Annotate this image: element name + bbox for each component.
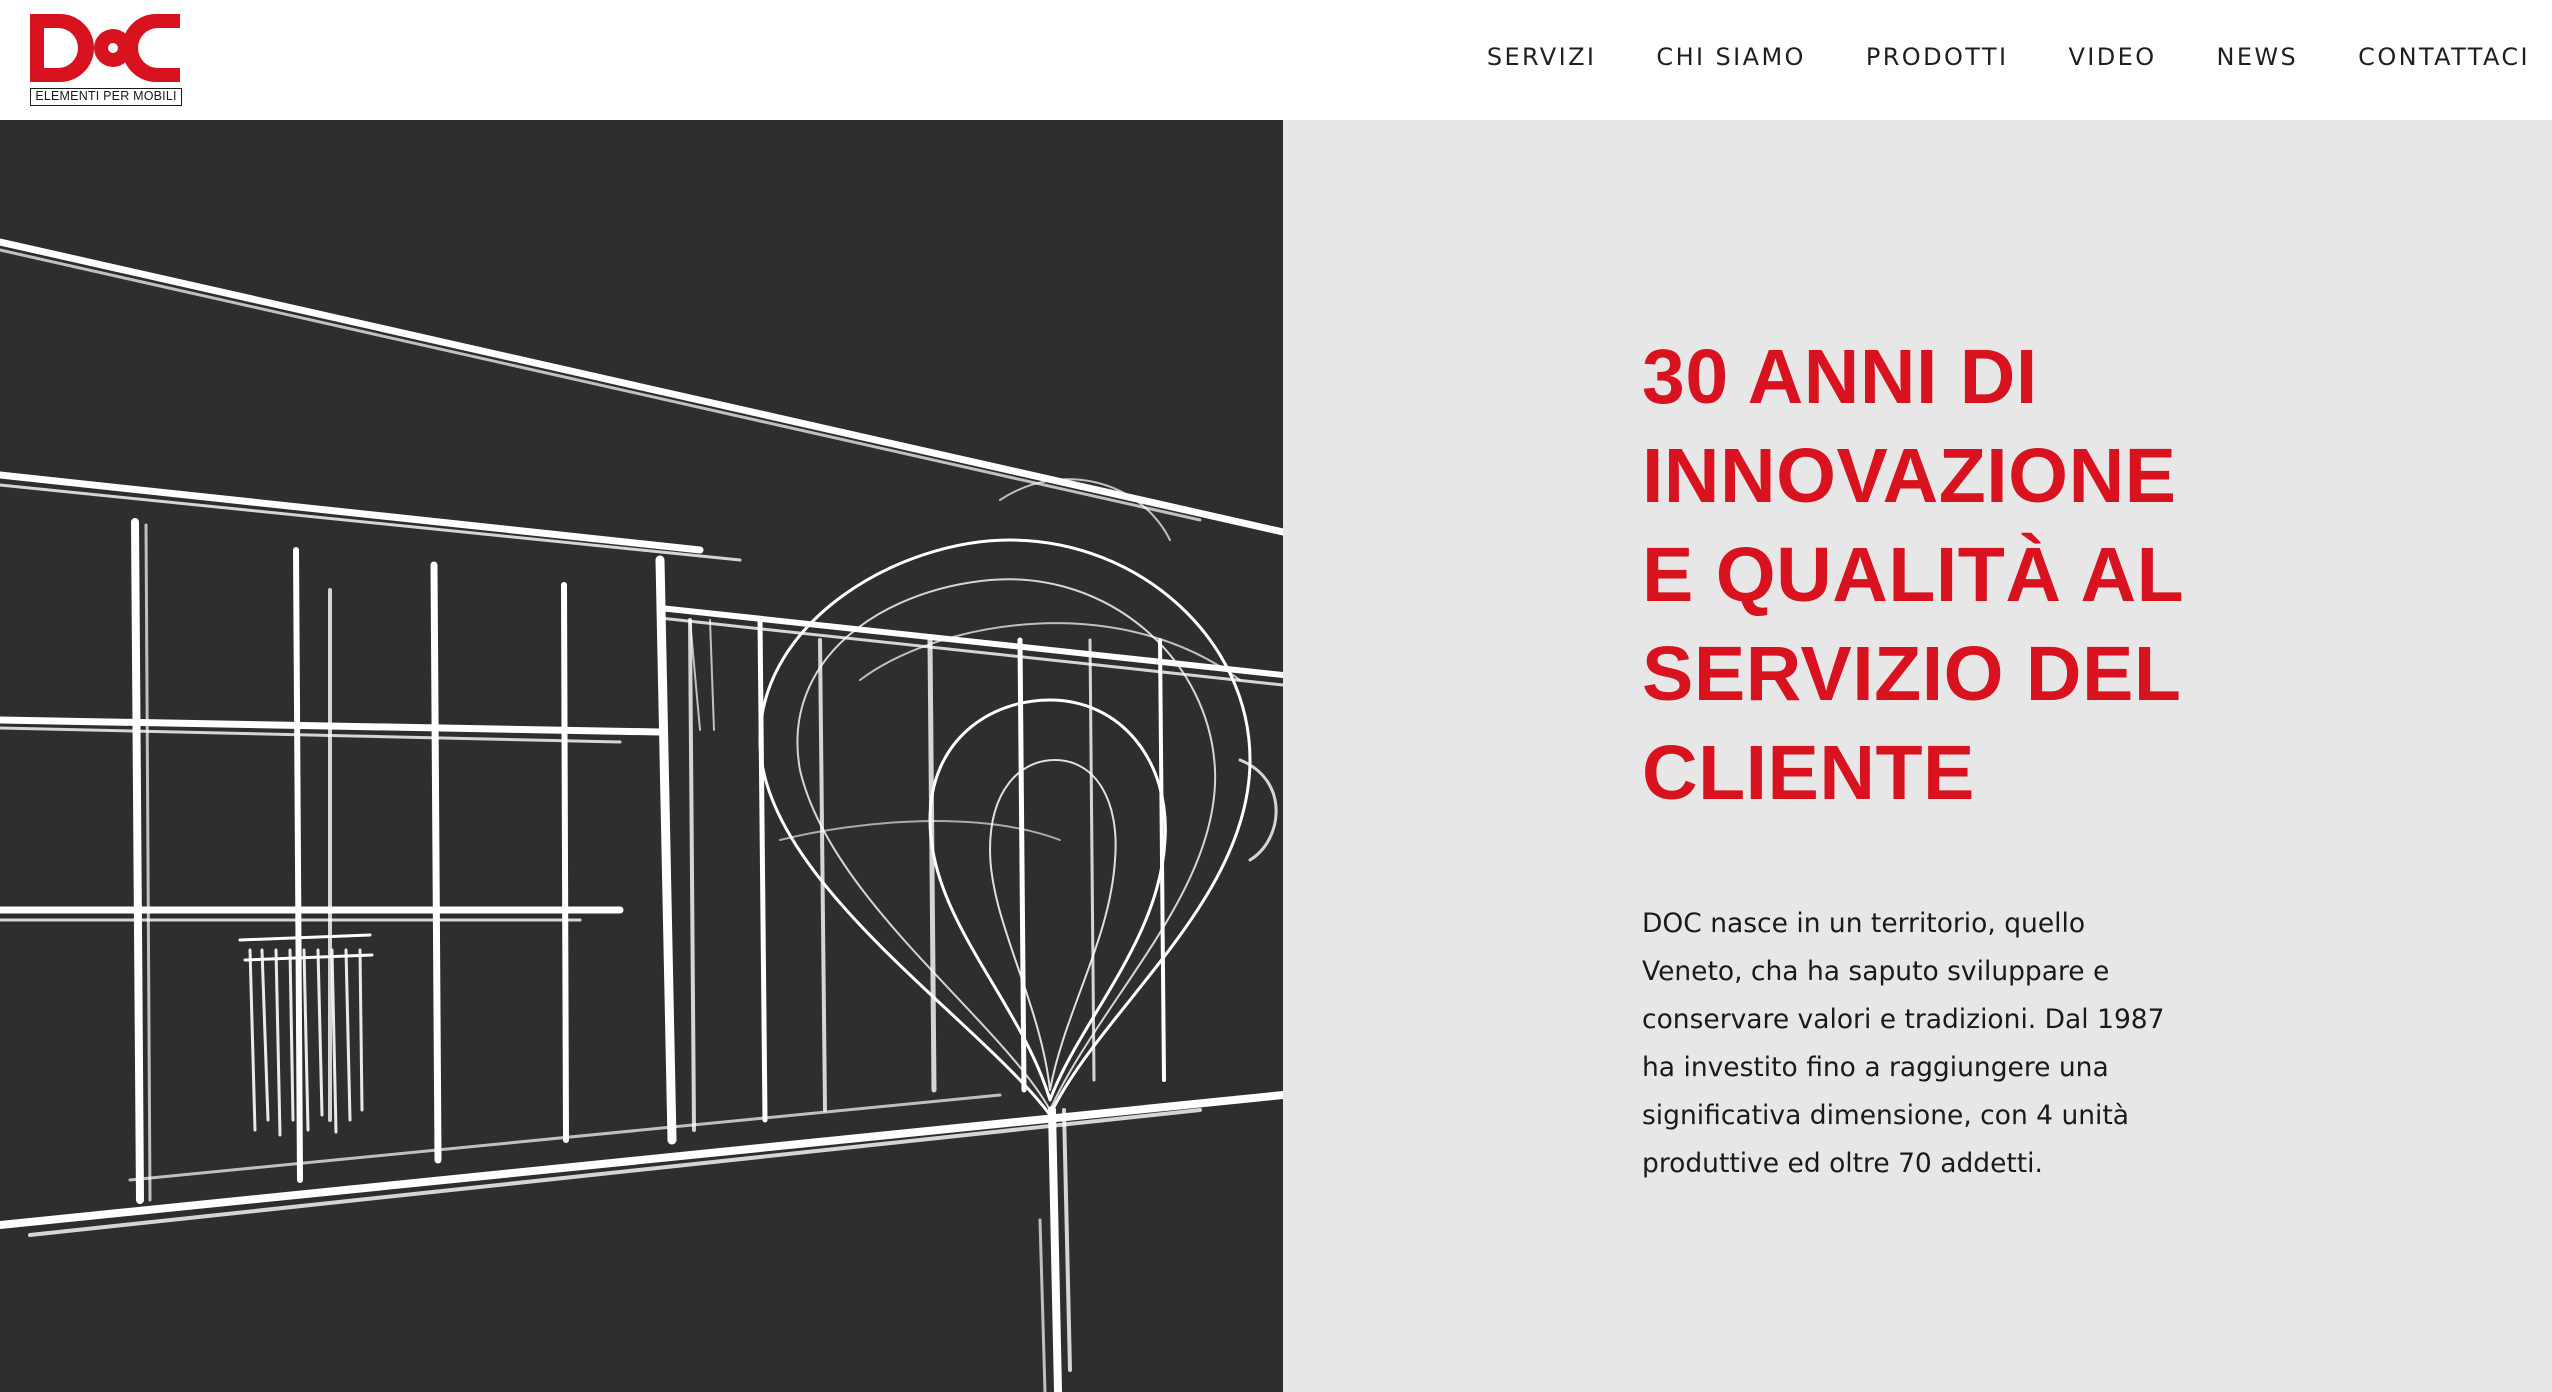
headline-line: INNOVAZIONE <box>1642 433 2177 519</box>
main-nav: SERVIZI CHI SIAMO PRODOTTI VIDEO NEWS CO… <box>1427 0 2530 114</box>
headline-line: SERVIZIO DEL <box>1642 631 2182 717</box>
nav-item-news[interactable]: NEWS <box>2216 43 2298 71</box>
nav-item-contattaci[interactable]: CONTATTACI <box>2358 43 2530 71</box>
site-header: ELEMENTI PER MOBILI SERVIZI CHI SIAMO PR… <box>0 0 2552 120</box>
nav-item-prodotti[interactable]: PRODOTTI <box>1866 43 2009 71</box>
logo-link[interactable]: ELEMENTI PER MOBILI <box>30 12 182 108</box>
headline-line: CLIENTE <box>1642 730 1975 816</box>
nav-item-chi-siamo[interactable]: CHI SIAMO <box>1656 43 1805 71</box>
body-line: produttive ed oltre 70 addetti. <box>1642 1148 2043 1179</box>
hero-headline: 30 ANNI DI INNOVAZIONE E QUALITÀ AL SERV… <box>1642 328 2202 823</box>
body-line: conservare valori e tradizioni. Dal 1987 <box>1642 1004 2165 1035</box>
hero-text-panel: 30 ANNI DI INNOVAZIONE E QUALITÀ AL SERV… <box>1283 120 2552 1392</box>
hero-sketch-image <box>0 120 1283 1392</box>
body-line: significativa dimensione, con 4 unità <box>1642 1100 2130 1131</box>
logo-tagline: ELEMENTI PER MOBILI <box>30 88 182 106</box>
nav-item-servizi[interactable]: SERVIZI <box>1487 43 1597 71</box>
body-line: ha investito fino a raggiungere una <box>1642 1052 2109 1083</box>
headline-line: 30 ANNI DI <box>1642 334 2038 420</box>
hero-body-text: DOC nasce in un territorio, quello Venet… <box>1642 900 2202 1188</box>
building-tree-sketch-icon <box>0 238 1283 1392</box>
headline-line: E QUALITÀ AL <box>1642 532 2185 618</box>
body-line: Veneto, cha ha saputo sviluppare e <box>1642 956 2110 987</box>
nav-item-video[interactable]: VIDEO <box>2068 43 2156 71</box>
doc-logo-icon <box>30 14 180 82</box>
body-line: DOC nasce in un territorio, quello <box>1642 908 2086 939</box>
